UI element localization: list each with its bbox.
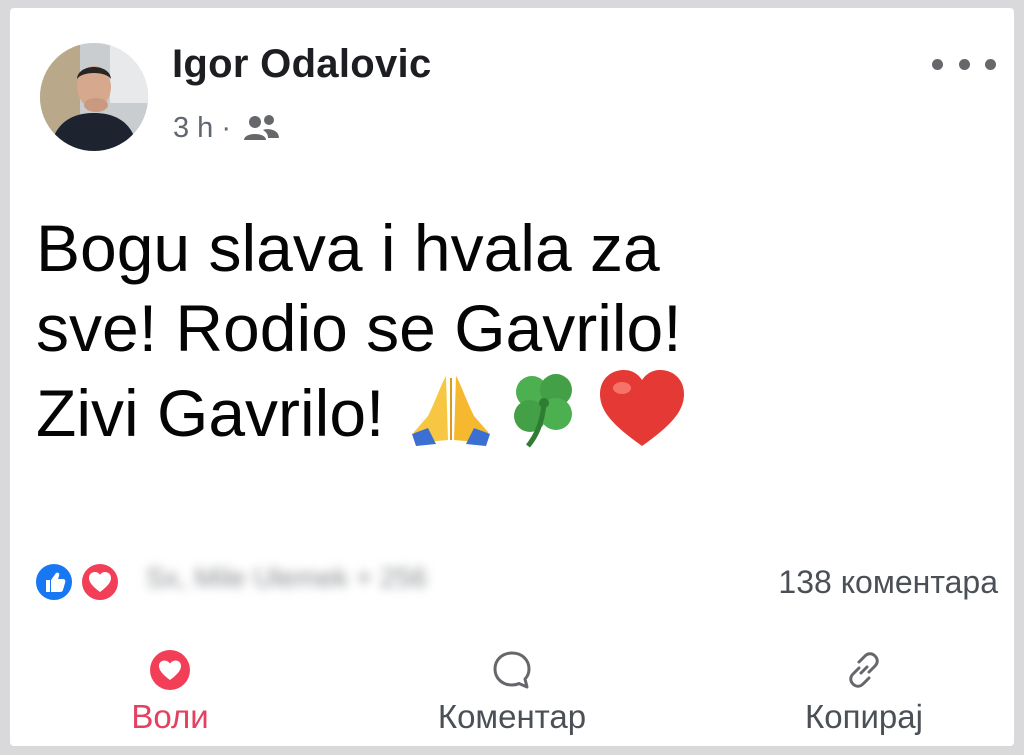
like-reaction-icon: [34, 562, 74, 602]
reaction-icons[interactable]: [34, 562, 130, 602]
post-card: Igor Odalovic 3 h · Bogu slava i hvala z…: [10, 8, 1014, 746]
like-label: Воли: [131, 698, 209, 735]
action-bar: Воли Коментар Копирај: [10, 638, 1014, 738]
post-text: Bogu slava i hvala za sve! Rodio se Gavr…: [36, 208, 986, 453]
folded-hands-icon: [412, 376, 491, 446]
copy-link-button[interactable]: Копирај: [744, 638, 984, 738]
emoji-group: [406, 368, 688, 448]
post-text-line: Bogu slava i hvala za: [36, 211, 660, 285]
heart-icon: [148, 648, 192, 692]
red-heart-icon: [600, 370, 685, 446]
comment-button[interactable]: Коментар: [392, 638, 632, 738]
comment-label: Коментар: [437, 698, 587, 735]
friends-icon[interactable]: [241, 110, 281, 146]
post-text-last-line: Zivi Gavrilo!: [36, 368, 986, 453]
post-text-line: Zivi Gavrilo!: [36, 376, 385, 450]
post-text-line: sve! Rodio se Gavrilo!: [36, 291, 682, 365]
comment-icon: [490, 648, 534, 692]
post-time[interactable]: 3 h: [173, 112, 213, 145]
reactions-summary[interactable]: Sx, Mile Ulemek + 256 138 коментара: [34, 558, 1004, 608]
author-name[interactable]: Igor Odalovic: [172, 42, 432, 87]
like-button[interactable]: Воли: [50, 638, 290, 738]
reaction-names[interactable]: Sx, Mile Ulemek + 256: [146, 562, 427, 594]
more-dot: [958, 58, 970, 70]
copy-label: Копирај: [805, 698, 923, 735]
love-reaction-icon: [80, 562, 120, 602]
comments-count[interactable]: 138 коментара: [778, 564, 998, 601]
avatar-photo: [40, 43, 148, 151]
author-avatar[interactable]: [40, 43, 148, 151]
more-options-icon[interactable]: [932, 46, 996, 82]
link-icon: [842, 648, 886, 692]
more-dot: [985, 58, 996, 70]
more-dot: [932, 58, 943, 70]
meta-separator: ·: [221, 111, 231, 144]
post-meta: 3 h ·: [173, 110, 281, 146]
four-leaf-clover-icon: [514, 374, 573, 448]
